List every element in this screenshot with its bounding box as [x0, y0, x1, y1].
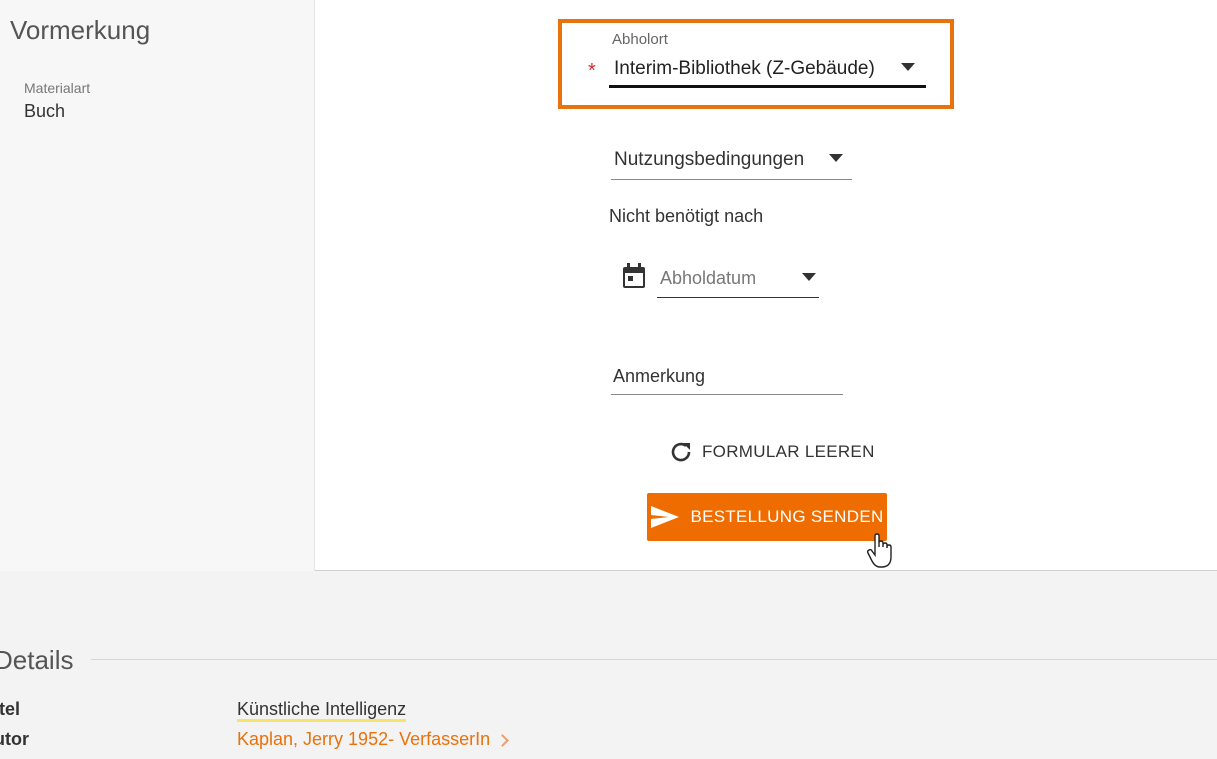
request-panel: Vormerkung Materialart Buch Abholort * I…: [0, 0, 1217, 571]
submit-order-label: BESTELLUNG SENDEN: [690, 507, 884, 526]
pickup-date-underline: [657, 297, 819, 298]
material-type-value: Buch: [24, 101, 66, 121]
send-icon: [651, 506, 680, 528]
sidebar: Vormerkung Materialart Buch: [0, 0, 315, 571]
hand-cursor-icon: [866, 533, 892, 568]
chevron-right-icon: [496, 734, 510, 747]
author-text[interactable]: Kaplan, Jerry 1952- VerfasserIn: [237, 729, 490, 750]
submit-order-button[interactable]: BESTELLUNG SENDEN: [647, 493, 887, 541]
note-input[interactable]: Anmerkung: [613, 366, 705, 387]
terms-dropdown-icon[interactable]: [829, 154, 843, 162]
author-link[interactable]: Kaplan, Jerry 1952- VerfasserIn: [237, 729, 510, 750]
reset-form-button[interactable]: FORMULAR LEEREN: [668, 438, 875, 466]
pickup-date-dropdown-icon[interactable]: [802, 273, 816, 281]
pickup-location-select[interactable]: Interim-Bibliothek (Z-Gebäude): [614, 58, 875, 80]
required-indicator: *: [588, 60, 596, 82]
title-value[interactable]: Künstliche Intelligenz: [237, 699, 407, 722]
title-label: itel: [0, 699, 21, 719]
note-underline: [611, 394, 843, 395]
title-text[interactable]: Künstliche Intelligenz: [237, 699, 407, 722]
pickup-location-underline: [609, 85, 926, 88]
pickup-date-input[interactable]: Abholdatum: [660, 268, 756, 289]
material-type-label: Materialart: [24, 80, 91, 96]
reset-form-label: FORMULAR LEEREN: [702, 442, 875, 461]
author-label: utor: [0, 729, 29, 749]
calendar-icon[interactable]: [622, 263, 646, 289]
refresh-icon: [671, 442, 691, 462]
pickup-location-label: Abholort: [612, 31, 668, 48]
not-needed-after-label: Nicht benötigt nach: [609, 206, 764, 226]
terms-underline: [611, 179, 852, 180]
terms-select[interactable]: Nutzungsbedingungen: [614, 149, 804, 171]
pickup-location-dropdown-icon[interactable]: [901, 63, 915, 71]
details-heading: Details: [0, 645, 74, 675]
details-divider: [91, 659, 1217, 660]
sidebar-title: Vormerkung: [10, 15, 151, 45]
